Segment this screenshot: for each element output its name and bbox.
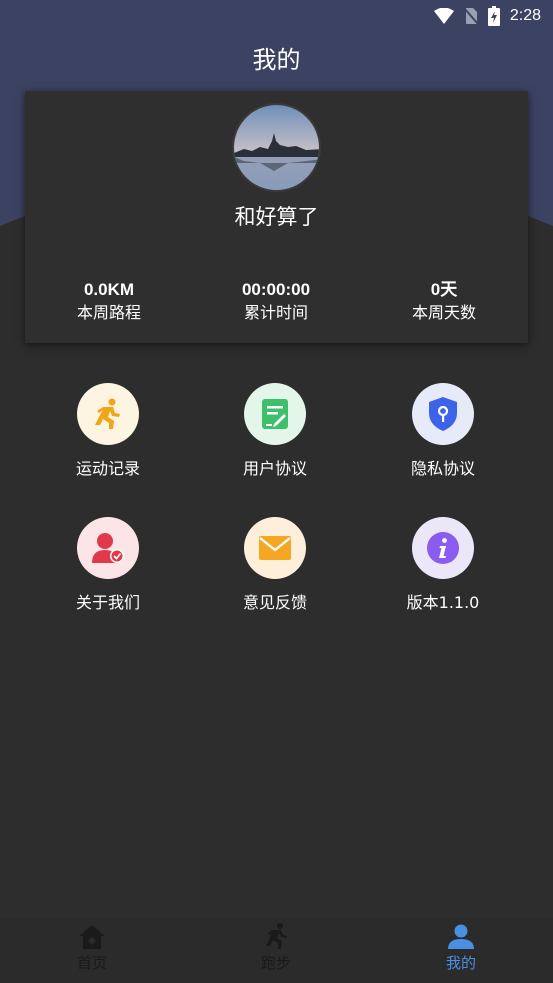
nav-tab-home[interactable]: 首页 [0, 918, 184, 983]
profile-card: 和好算了 0.0KM 本周路程 00:00:00 累计时间 0天 本周天数 [25, 91, 528, 343]
menu-item-privacy-policy[interactable]: 隐私协议 [373, 383, 513, 479]
menu-label: 隐私协议 [410, 459, 475, 478]
avatar[interactable] [232, 103, 321, 192]
battery-charging-icon [487, 6, 500, 26]
nav-tab-profile[interactable]: 我的 [369, 918, 553, 983]
running-icon [77, 383, 139, 445]
menu-label: 意见反馈 [242, 593, 307, 612]
stat-label: 本周路程 [76, 303, 141, 322]
document-edit-icon [244, 383, 306, 445]
nav-label: 跑步 [260, 954, 291, 972]
stat-total-time: 00:00:00 累计时间 [192, 279, 360, 325]
info-icon [412, 517, 474, 579]
nav-label: 首页 [76, 954, 107, 972]
menu-item-version[interactable]: 版本1.1.0 [373, 517, 513, 613]
stat-weekly-days: 0天 本周天数 [360, 279, 528, 325]
envelope-icon [244, 517, 306, 579]
home-icon [0, 918, 184, 950]
stat-label: 本周天数 [411, 303, 476, 322]
status-bar: 2:28 [0, 0, 553, 32]
stat-value: 0.0KM [83, 280, 135, 299]
menu-label: 用户协议 [242, 459, 307, 478]
no-sim-icon [463, 7, 478, 25]
stat-value: 0天 [430, 280, 458, 299]
menu-label: 版本1.1.0 [406, 593, 480, 612]
menu-item-about-us[interactable]: 关于我们 [38, 517, 178, 613]
menu-item-exercise-records[interactable]: 运动记录 [38, 383, 178, 479]
menu-item-user-agreement[interactable]: 用户协议 [205, 383, 345, 479]
username: 和好算了 [234, 205, 319, 229]
runner-icon [184, 918, 368, 950]
stat-value: 00:00:00 [241, 280, 311, 299]
user-check-icon [77, 517, 139, 579]
menu-label: 关于我们 [75, 593, 140, 612]
nav-label: 我的 [445, 954, 476, 972]
menu-label: 运动记录 [75, 459, 140, 478]
user-icon [369, 918, 553, 950]
stat-weekly-distance: 0.0KM 本周路程 [25, 279, 193, 325]
menu-item-feedback[interactable]: 意见反馈 [205, 517, 345, 613]
shield-lock-icon [412, 383, 474, 445]
nav-tab-running[interactable]: 跑步 [184, 918, 368, 983]
stat-label: 累计时间 [243, 303, 308, 322]
page-title: 我的 [252, 46, 301, 74]
bottom-navigation: 首页 跑步 我的 [0, 918, 553, 983]
wifi-icon [433, 8, 454, 24]
status-time: 2:28 [509, 7, 541, 24]
